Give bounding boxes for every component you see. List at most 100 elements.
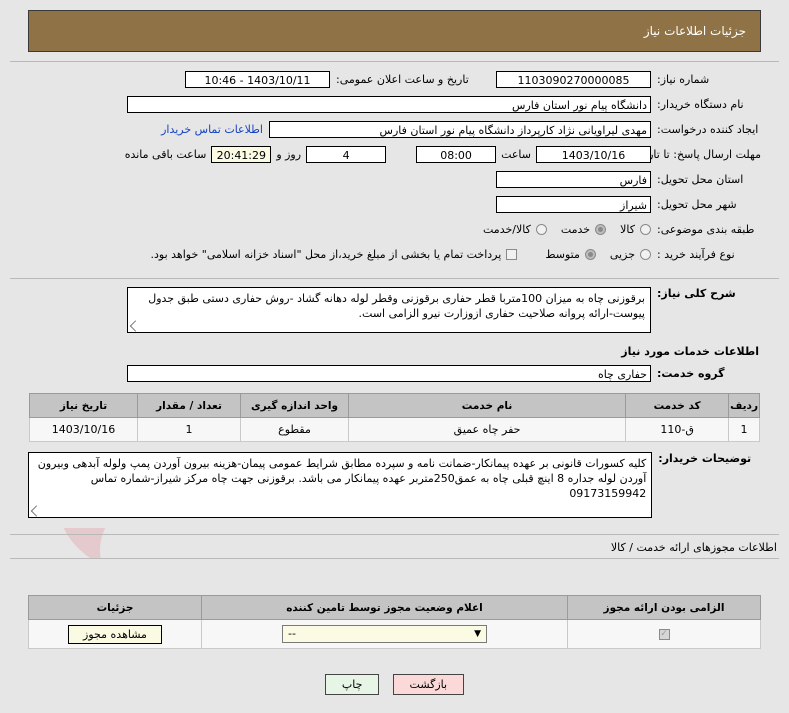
deadline-time-field[interactable]: 08:00 [416, 146, 497, 163]
days-remaining-field[interactable]: 4 [306, 146, 387, 163]
classification-option-2-label: کالا/خدمت [483, 223, 531, 236]
deadline-label: مهلت ارسال پاسخ: تا تاریخ: [634, 147, 761, 161]
services-table-wrapper: ردیف کد خدمت نام خدمت واحد اندازه گیری ت… [28, 387, 761, 442]
cell-service-code: ق-110 [625, 417, 730, 442]
radio-khedmat-icon[interactable] [595, 224, 607, 235]
creator-field[interactable]: مهدی لیراویانی نژاد کارپرداز دانشگاه پیا… [269, 121, 651, 138]
province-field[interactable]: فارس [496, 171, 651, 188]
col-radif: ردیف [728, 393, 760, 418]
deadline-date-field[interactable]: 1403/10/16 [536, 146, 651, 163]
permits-section: اطلاعات مجوزهای ارائه خدمت / کالا الزامی… [0, 535, 789, 659]
page-title: جزئیات اطلاعات نیاز [28, 10, 761, 52]
buyer-notes-label: توضیحات خریدار: [658, 452, 752, 465]
process-option-jozii[interactable]: جزیی [610, 248, 651, 261]
table-row: ✓ ▼ -- مشاهده مجوز [28, 619, 761, 649]
cell-permit-required: ✓ [567, 619, 761, 649]
radio-motavaset-icon[interactable] [584, 249, 596, 260]
public-announce-label: تاریخ و ساعت اعلان عمومی: [336, 73, 469, 86]
permit-status-value: -- [288, 627, 296, 640]
classification-label: طبقه بندی موضوعی: [657, 223, 755, 236]
classification-option-1-label: خدمت [560, 223, 591, 236]
services-table: ردیف کد خدمت نام خدمت واحد اندازه گیری ت… [29, 393, 760, 442]
row-creator: ایجاد کننده درخواست: مهدی لیراویانی نژاد… [28, 118, 761, 141]
need-number-label: شماره نیاز: [657, 73, 710, 86]
need-description-textarea[interactable]: برقوزنی چاه به میزان 100متربا قطر حفاری … [127, 287, 651, 333]
cell-quantity: 1 [137, 417, 241, 442]
table-row: 1 ق-110 حفر چاه عمیق مقطوع 1 1403/10/16 [29, 417, 760, 442]
permits-table: الزامی بودن ارائه مجوز اعلام وضعیت مجوز … [28, 595, 761, 649]
row-city: شهر محل تحویل: شیراز [28, 193, 761, 216]
cell-permit-details: مشاهده مجوز [28, 619, 202, 649]
chevron-down-icon: ▼ [474, 629, 481, 639]
services-table-header-row: ردیف کد خدمت نام خدمت واحد اندازه گیری ت… [29, 393, 760, 418]
row-classification: طبقه بندی موضوعی: کالا خدمت کالا/خدمت [28, 218, 761, 241]
service-group-field[interactable]: حفاری چاه [127, 365, 651, 382]
buyer-notes-textarea[interactable]: کلیه کسورات قانونی بر عهده پیمانکار-ضمان… [28, 452, 653, 518]
title-bar-wrapper: جزئیات اطلاعات نیاز [0, 0, 789, 52]
cell-need-date: 1403/10/16 [29, 417, 138, 442]
countdown-label: ساعت باقی مانده [124, 148, 207, 161]
row-deadline: مهلت ارسال پاسخ: تا تاریخ: 1403/10/16 سا… [28, 143, 761, 166]
buyer-contact-link[interactable]: اطلاعات تماس خریدار [155, 123, 269, 136]
services-section-title: اطلاعات خدمات مورد نیاز [621, 345, 759, 358]
col-unit: واحد اندازه گیری [240, 393, 349, 418]
col-service-code: کد خدمت [625, 393, 730, 418]
cell-unit: مقطوع [240, 417, 349, 442]
classification-option-0-label: کالا [620, 223, 635, 236]
radio-kala-khedmat-icon[interactable] [535, 224, 547, 235]
need-number-field[interactable]: 1103090270000085 [496, 71, 651, 88]
radio-kala-icon[interactable] [640, 224, 651, 235]
province-label: استان محل تحویل: [657, 173, 744, 186]
row-need-number: شماره نیاز: 1103090270000085 تاریخ و ساع… [28, 68, 761, 91]
col-service-name: نام خدمت [347, 393, 627, 418]
permit-required-checkbox-icon: ✓ [658, 629, 670, 640]
cell-permit-status: ▼ -- [201, 619, 568, 649]
col-quantity: تعداد / مقدار [137, 393, 241, 418]
col-permit-status: اعلام وضعیت مجوز توسط تامین کننده [201, 595, 568, 620]
need-details-panel: شماره نیاز: 1103090270000085 تاریخ و ساع… [10, 62, 779, 272]
classification-option-khedmat[interactable]: خدمت [560, 223, 607, 236]
footer-buttons: بازگشت چاپ [0, 659, 789, 695]
treasury-checkbox-icon[interactable] [506, 249, 518, 260]
need-description-label: شرح کلی نیاز: [657, 287, 736, 300]
row-province: استان محل تحویل: فارس [28, 168, 761, 191]
row-buyer-org: نام دستگاه خریدار: دانشگاه پیام نور استا… [28, 93, 761, 116]
classification-option-kala[interactable]: کالا [620, 223, 651, 236]
service-group-label: گروه خدمت: [657, 367, 725, 380]
permits-table-header-row: الزامی بودن ارائه مجوز اعلام وضعیت مجوز … [28, 595, 761, 620]
cell-service-name: حفر چاه عمیق [347, 417, 627, 442]
print-button[interactable]: چاپ [324, 674, 380, 695]
permits-section-title: اطلاعات مجوزهای ارائه خدمت / کالا [610, 541, 777, 554]
row-buyer-notes: توضیحات خریدار: کلیه کسورات قانونی بر عه… [28, 452, 761, 518]
back-button[interactable]: بازگشت [392, 674, 465, 695]
view-permit-button[interactable]: مشاهده مجوز [68, 624, 162, 644]
permit-status-select[interactable]: ▼ -- [282, 625, 487, 643]
page-root: جزئیات اطلاعات نیاز شماره نیاز: 11030902… [0, 0, 789, 695]
countdown-field: 20:41:29 [211, 146, 272, 163]
col-permit-required: الزامی بودن ارائه مجوز [567, 595, 761, 620]
city-field[interactable]: شیراز [496, 196, 651, 213]
process-option-1-label: متوسط [545, 248, 580, 261]
time-label: ساعت [501, 148, 531, 161]
classification-option-kala-khedmat[interactable]: کالا/خدمت [483, 223, 547, 236]
buyer-notes-section: توضیحات خریدار: کلیه کسورات قانونی بر عه… [10, 446, 779, 528]
row-need-description: شرح کلی نیاز: برقوزنی چاه به میزان 100مت… [28, 287, 761, 333]
radio-jozii-icon[interactable] [640, 249, 651, 260]
days-label: روز و [276, 148, 302, 161]
process-option-motavaset[interactable]: متوسط [545, 248, 596, 261]
row-service-group: گروه خدمت: حفاری چاه [28, 362, 761, 385]
services-section: اطلاعات خدمات مورد نیاز گروه خدمت: حفاری… [10, 339, 779, 446]
need-description-section: شرح کلی نیاز: برقوزنی چاه به میزان 100مت… [10, 279, 779, 339]
row-process-type: نوع فرآیند خرید : جزیی متوسط پرداخت تمام… [28, 243, 761, 266]
permits-box: الزامی بودن ارائه مجوز اعلام وضعیت مجوز … [10, 558, 779, 659]
city-label: شهر محل تحویل: [657, 198, 737, 211]
col-need-date: تاریخ نیاز [29, 393, 138, 418]
creator-label: ایجاد کننده درخواست: [657, 123, 759, 136]
public-announce-field[interactable]: 1403/10/11 - 10:46 [185, 71, 330, 88]
treasury-checkbox-group[interactable]: پرداخت تمام یا بخشی از مبلغ خرید،از محل … [151, 248, 518, 261]
process-label: نوع فرآیند خرید : [657, 248, 735, 261]
cell-radif: 1 [728, 417, 760, 442]
treasury-checkbox-label: پرداخت تمام یا بخشی از مبلغ خرید،از محل … [150, 248, 502, 261]
col-permit-details: جزئیات [28, 595, 202, 620]
buyer-org-field[interactable]: دانشگاه پیام نور استان فارس [127, 96, 651, 113]
